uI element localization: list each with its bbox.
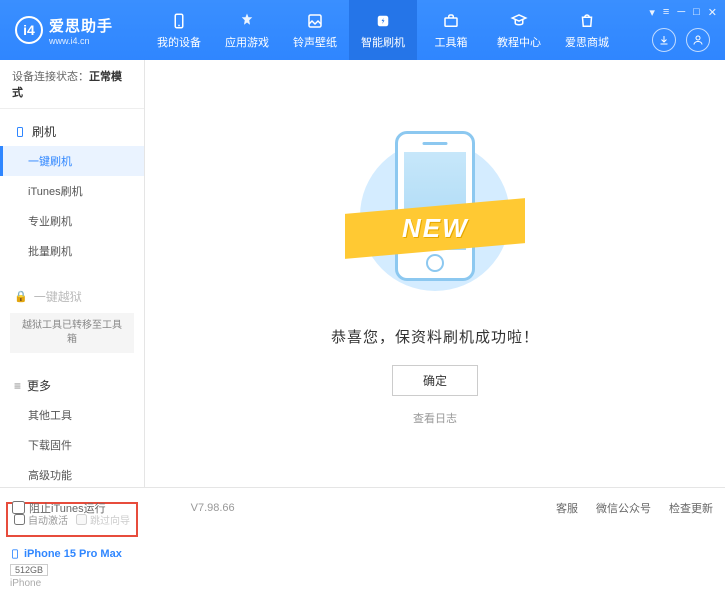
logo-icon: i4 xyxy=(15,16,43,44)
main-content: NEW 恭喜您，保资料刷机成功啦！ 确定 查看日志 xyxy=(145,60,725,487)
sidebar-batch-flash[interactable]: 批量刷机 xyxy=(0,236,144,266)
confirm-button[interactable]: 确定 xyxy=(392,365,478,396)
user-button[interactable] xyxy=(686,28,710,52)
device-storage: 512GB xyxy=(10,564,48,576)
menu-icon[interactable]: ▾ xyxy=(649,6,655,19)
view-log-link[interactable]: 查看日志 xyxy=(413,410,457,426)
window-controls: ▾ ≡ ─ □ ✕ xyxy=(649,6,717,19)
nav-toolbox[interactable]: 工具箱 xyxy=(417,0,485,60)
download-button[interactable] xyxy=(652,28,676,52)
settings-icon[interactable]: ≡ xyxy=(663,6,669,19)
device-status: 设备连接状态：正常模式 xyxy=(0,60,144,109)
success-illustration: NEW xyxy=(355,121,515,311)
tutorial-icon xyxy=(509,11,529,31)
jailbreak-note: 越狱工具已转移至工具箱 xyxy=(10,313,134,353)
nav-tutorials[interactable]: 教程中心 xyxy=(485,0,553,60)
lock-icon: 🔒 xyxy=(14,290,28,303)
section-more[interactable]: ≡ 更多 xyxy=(0,371,144,400)
nav-apps[interactable]: 应用游戏 xyxy=(213,0,281,60)
nav-flash[interactable]: 智能刷机 xyxy=(349,0,417,60)
device-type: iPhone xyxy=(10,578,134,589)
nav-my-device[interactable]: 我的设备 xyxy=(145,0,213,60)
sidebar-itunes-flash[interactable]: iTunes刷机 xyxy=(0,176,144,206)
success-message: 恭喜您，保资料刷机成功啦！ xyxy=(331,326,539,347)
wallpaper-icon xyxy=(305,11,325,31)
app-url: www.i4.cn xyxy=(49,36,113,46)
sidebar-one-click-flash[interactable]: 一键刷机 xyxy=(0,146,144,176)
toolbox-icon xyxy=(441,11,461,31)
footer-wechat[interactable]: 微信公众号 xyxy=(596,500,651,516)
main-nav: 我的设备 应用游戏 铃声壁纸 智能刷机 工具箱 教程中心 爱思商城 xyxy=(145,0,621,60)
sidebar-other-tools[interactable]: 其他工具 xyxy=(0,400,144,430)
apps-icon xyxy=(237,11,257,31)
maximize-icon[interactable]: □ xyxy=(693,6,700,19)
minimize-icon[interactable]: ─ xyxy=(677,6,685,19)
store-icon xyxy=(577,11,597,31)
phone-icon xyxy=(169,11,189,31)
flash-icon xyxy=(373,11,393,31)
section-flash[interactable]: 刷机 xyxy=(0,117,144,146)
app-title: 爱思助手 xyxy=(49,15,113,36)
footer-support[interactable]: 客服 xyxy=(556,500,578,516)
logo-area: i4 爱思助手 www.i4.cn xyxy=(0,15,145,46)
nav-store[interactable]: 爱思商城 xyxy=(553,0,621,60)
device-info: iPhone 15 Pro Max 512GB iPhone xyxy=(0,541,144,595)
section-jailbreak: 🔒 一键越狱 xyxy=(0,282,144,311)
footer-check-update[interactable]: 检查更新 xyxy=(669,500,713,516)
nav-ringtones[interactable]: 铃声壁纸 xyxy=(281,0,349,60)
phone-icon xyxy=(14,126,26,138)
app-header: i4 爱思助手 www.i4.cn 我的设备 应用游戏 铃声壁纸 智能刷机 工具… xyxy=(0,0,725,60)
sidebar-advanced[interactable]: 高级功能 xyxy=(0,460,144,490)
block-itunes-checkbox[interactable]: 阻止iTunes运行 xyxy=(12,500,106,516)
device-name[interactable]: iPhone 15 Pro Max xyxy=(10,547,134,561)
version-label: V7.98.66 xyxy=(191,502,235,514)
sidebar: 设备连接状态：正常模式 刷机 一键刷机 iTunes刷机 专业刷机 批量刷机 🔒… xyxy=(0,60,145,487)
sidebar-download-firmware[interactable]: 下载固件 xyxy=(0,430,144,460)
sidebar-pro-flash[interactable]: 专业刷机 xyxy=(0,206,144,236)
phone-icon xyxy=(10,547,20,561)
close-icon[interactable]: ✕ xyxy=(708,6,717,19)
more-icon: ≡ xyxy=(14,379,21,393)
